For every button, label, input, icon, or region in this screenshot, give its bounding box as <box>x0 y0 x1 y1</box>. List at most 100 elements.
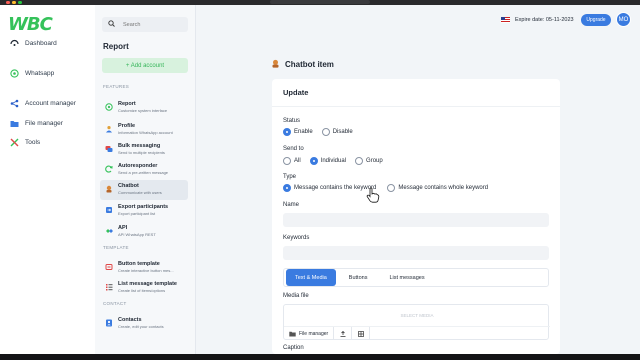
nav-item-whatsapp[interactable]: Whatsapp <box>10 69 54 78</box>
menu-subtitle: Create, edit your contacts <box>118 323 164 329</box>
radio-enable[interactable] <box>283 128 291 136</box>
keywords-label: Keywords <box>283 235 310 241</box>
nav-label: Account manager <box>25 100 76 107</box>
nav-item-dashboard[interactable]: Dashboard <box>10 39 57 48</box>
minimize-window-icon[interactable] <box>12 1 16 4</box>
send-to-label: Send to <box>283 146 304 152</box>
radio-whole-keyword[interactable] <box>387 184 396 192</box>
send-to-radio-group: All Individual Group <box>283 157 388 165</box>
search-box[interactable] <box>102 17 188 32</box>
menu-subtitle: API WhatsApp REST <box>118 231 156 237</box>
menu-item-button-template[interactable]: Button template Create interactive button… <box>100 258 188 278</box>
tab-text-media[interactable]: Text & Media <box>286 269 336 286</box>
tools-icon <box>10 138 19 147</box>
tab-list-messages[interactable]: List messages <box>380 269 433 286</box>
menu-subtitle: Export participant list <box>118 210 156 216</box>
radio-all[interactable] <box>283 157 291 165</box>
menu-subtitle: Create list of items/options <box>118 287 166 293</box>
menu-item-chatbot[interactable]: Chatbot Communicate with users <box>100 180 188 200</box>
nav-item-tools[interactable]: Tools <box>10 138 40 147</box>
menu-item-bulk-messaging[interactable]: Bulk messaging Send to multiple recipient… <box>100 140 188 160</box>
menu-item-api[interactable]: API API WhatsApp REST <box>100 222 188 242</box>
nav-label: Dashboard <box>25 40 57 47</box>
menu-item-report[interactable]: Report Customize system interface <box>100 98 188 118</box>
button-template-icon <box>104 262 113 271</box>
type-whole-keyword-option[interactable]: Message contains whole keyword <box>387 184 488 192</box>
nav-label: Whatsapp <box>25 70 55 77</box>
chatbot-icon <box>104 184 113 193</box>
option-label: Individual <box>320 158 347 164</box>
menu-subtitle: Send a pre-written message <box>118 169 169 175</box>
type-radio-group: Message contains the keyword Message con… <box>283 184 493 192</box>
radio-group[interactable] <box>355 157 364 165</box>
folder-icon <box>289 331 296 336</box>
menu-subtitle: Send to multiple recipients <box>118 149 165 155</box>
list-template-icon <box>104 282 113 291</box>
grid-icon <box>357 330 364 337</box>
media-placeholder: SELECT MEDIA <box>400 313 434 318</box>
name-label: Name <box>283 202 300 208</box>
close-window-icon[interactable] <box>6 1 10 4</box>
top-header: Expire date: 05-11-2023 Upgrade MO <box>196 5 640 38</box>
app-window: WBC Dashboard Whatsapp Account manager F <box>0 5 640 354</box>
dashboard-icon <box>10 39 19 48</box>
send-to-individual-option[interactable]: Individual <box>309 157 347 165</box>
window-bottom-edge <box>0 354 640 360</box>
export-icon <box>104 205 113 214</box>
menu-item-export-participants[interactable]: Export participants Export participant li… <box>100 201 188 221</box>
radio-disable[interactable] <box>321 128 330 136</box>
menu-title: Bulk messaging <box>118 143 161 149</box>
status-disable-option[interactable]: Disable <box>321 128 353 136</box>
nav-item-account-manager[interactable]: Account manager <box>10 99 76 108</box>
avatar[interactable]: MO <box>616 12 631 27</box>
media-file-label: Media file <box>283 293 309 299</box>
page-title-text: Chatbot item <box>285 60 334 69</box>
feature-panel: Report + Add account FEATURES ReportCust… <box>95 5 196 354</box>
send-to-group-option[interactable]: Group <box>355 157 383 165</box>
nav-label: Tools <box>25 139 41 146</box>
search-icon <box>108 20 115 29</box>
tab-buttons[interactable]: Buttons <box>340 269 377 286</box>
option-label: Message contains whole keyword <box>398 185 489 191</box>
status-label: Status <box>283 118 301 124</box>
menu-item-contacts[interactable]: Contacts Create, edit your contacts <box>100 314 188 334</box>
option-label: Enable <box>294 129 313 135</box>
section-label-features: FEATURES <box>103 84 130 89</box>
grid-button[interactable] <box>352 327 371 340</box>
type-label: Type <box>283 174 297 180</box>
radio-contains-keyword[interactable] <box>283 184 291 192</box>
name-input[interactable] <box>283 213 549 227</box>
send-to-all-option[interactable]: All <box>283 157 301 165</box>
menu-item-autoresponder[interactable]: Autoresponder Send a pre-written message <box>100 160 188 180</box>
card-title: Update <box>283 88 309 97</box>
file-manager-button[interactable]: File manager <box>284 327 335 340</box>
page-title: Chatbot item <box>271 59 334 70</box>
type-contains-keyword-option[interactable]: Message contains the keyword <box>283 184 376 192</box>
media-dropzone[interactable]: SELECT MEDIA File manager <box>283 304 550 340</box>
add-account-button[interactable]: + Add account <box>102 58 188 73</box>
upgrade-button[interactable]: Upgrade <box>581 14 611 26</box>
media-toolbar: File manager <box>284 326 550 340</box>
logo[interactable]: WBC <box>8 13 72 35</box>
menu-subtitle: Customize system interface <box>118 107 168 113</box>
keywords-input[interactable] <box>283 246 549 260</box>
nav-item-file-manager[interactable]: File manager <box>10 119 63 128</box>
menu-item-list-message-template[interactable]: List message template Create list of item… <box>100 278 188 298</box>
option-label: Message contains the keyword <box>294 185 377 191</box>
share-icon <box>10 99 19 108</box>
logo-text: WBC <box>8 13 53 35</box>
section-label-template: TEMPLATE <box>103 245 129 250</box>
nav-label: File manager <box>25 120 63 127</box>
status-radio-group: Enable Disable <box>283 128 358 136</box>
menu-item-profile[interactable]: Profile Information WhatsApp account <box>100 120 188 140</box>
address-bar[interactable] <box>270 0 370 4</box>
chatbot-form-card: Update Status Enable Disable Send to All… <box>272 79 560 354</box>
hand-cursor-icon <box>366 187 380 203</box>
radio-individual[interactable] <box>309 157 318 165</box>
maximize-window-icon[interactable] <box>18 1 22 4</box>
status-enable-option[interactable]: Enable <box>283 128 313 136</box>
expire-date: Expire date: 05-11-2023 <box>515 17 574 23</box>
us-flag-icon[interactable] <box>501 17 510 23</box>
search-input[interactable] <box>123 21 183 28</box>
upload-button[interactable] <box>334 327 353 340</box>
